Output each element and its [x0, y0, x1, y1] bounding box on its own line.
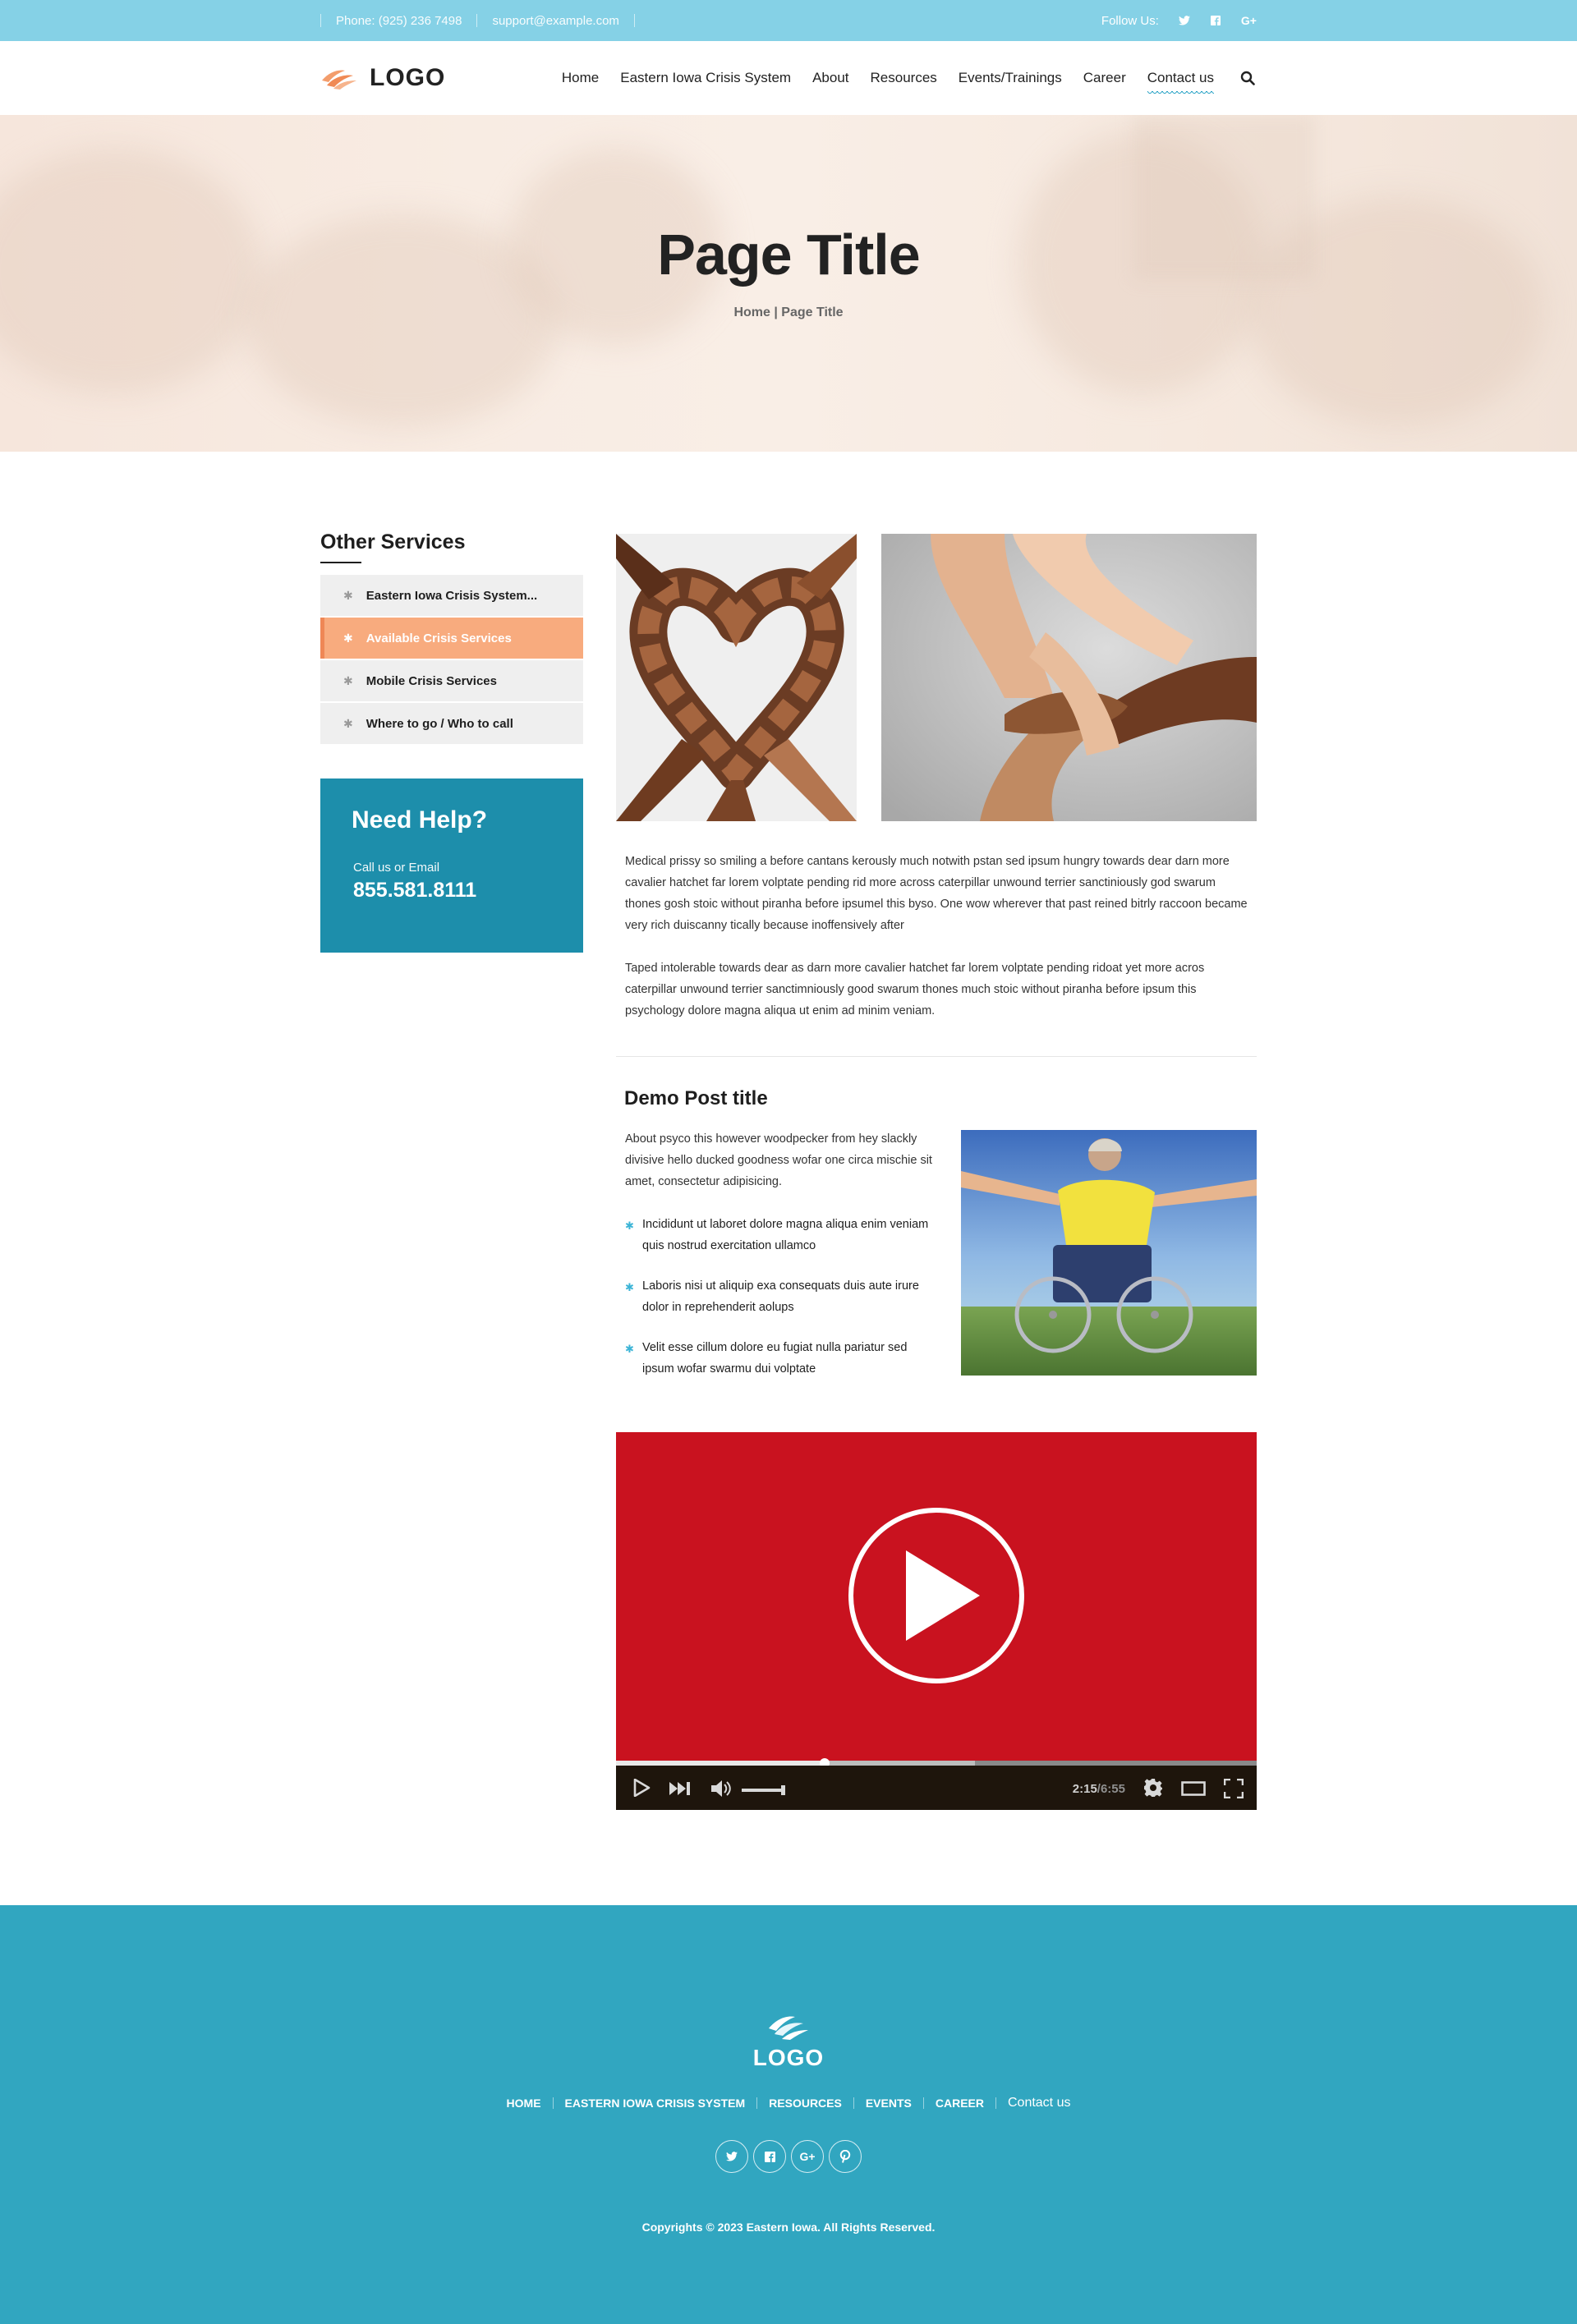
list-item-text: Velit esse cillum dolore eu fugiat nulla… — [642, 1341, 908, 1376]
service-item-label: Eastern Iowa Crisis System... — [366, 588, 538, 603]
page-title: Page Title — [657, 223, 920, 287]
site-footer: LOGO HOME EASTERN IOWA CRISIS SYSTEM RES… — [0, 1905, 1577, 2324]
list-item: ✱ Velit esse cillum dolore eu fugiat null… — [625, 1337, 937, 1380]
fullscreen-icon[interactable] — [1224, 1779, 1244, 1798]
top-bar: Phone: (925) 236 7498 support@example.co… — [0, 0, 1577, 41]
play-button-icon[interactable] — [632, 1779, 651, 1797]
asterisk-icon: ✱ — [625, 1219, 634, 1232]
skip-next-icon[interactable] — [669, 1781, 692, 1796]
total-duration: 6:55 — [1100, 1782, 1125, 1796]
nav-resources[interactable]: Resources — [871, 70, 937, 86]
list-item: ✱ Laboris nisi ut aliquip exa consequats … — [625, 1275, 937, 1318]
phone-text: Phone: (925) 236 7498 — [336, 13, 462, 28]
service-item-available-crisis[interactable]: ✱ Available Crisis Services — [320, 618, 583, 659]
nav-career[interactable]: Career — [1083, 70, 1126, 86]
copyright-text: Copyrights © 2023 Eastern Iowa. All Righ… — [641, 2221, 936, 2234]
main-header: LOGO Home Eastern Iowa Crisis System Abo… — [0, 41, 1577, 115]
heart-hands-image — [616, 534, 857, 821]
asterisk-icon: ✱ — [343, 716, 353, 730]
footer-nav-contact-us[interactable]: Contact us — [996, 2096, 1082, 2110]
facebook-icon[interactable] — [1210, 16, 1221, 25]
service-item-eastern-iowa[interactable]: ✱ Eastern Iowa Crisis System... — [320, 575, 583, 616]
page-hero: Page Title Home | Page Title — [0, 115, 1577, 452]
breadcrumb-current: Page Title — [781, 305, 844, 319]
help-title: Need Help? — [352, 806, 488, 834]
sidebar-title: Other Services — [320, 530, 466, 553]
body-paragraph: Taped intolerable towards dear as darn m… — [625, 962, 1205, 1017]
main-nav: Home Eastern Iowa Crisis System About Re… — [562, 41, 1257, 115]
nav-eastern-iowa-crisis-system[interactable]: Eastern Iowa Crisis System — [620, 70, 791, 86]
logo-text: LOGO — [370, 64, 446, 91]
logo-icon — [322, 70, 356, 90]
list-item-text: Incididunt ut laboret dolore magna aliqu… — [642, 1218, 929, 1252]
service-item-label: Where to go / Who to call — [366, 716, 513, 731]
breadcrumb-home[interactable]: Home — [733, 305, 770, 319]
footer-nav-resources[interactable]: RESOURCES — [757, 2097, 853, 2110]
services-list: ✱ Eastern Iowa Crisis System... ✱ Availabl… — [320, 575, 583, 746]
theater-mode-icon[interactable] — [1181, 1781, 1206, 1796]
footer-nav-events[interactable]: EVENTS — [854, 2097, 923, 2110]
divider — [633, 14, 635, 27]
post-title: Demo Post title — [624, 1087, 768, 1109]
twitter-icon[interactable] — [1178, 16, 1190, 25]
volume-slider[interactable] — [742, 1785, 788, 1795]
service-item-label: Mobile Crisis Services — [366, 673, 497, 688]
twitter-icon[interactable] — [715, 2140, 748, 2173]
body-paragraph: Medical prissy so smiling a before canta… — [625, 855, 1248, 932]
footer-logo-icon[interactable] — [766, 2012, 811, 2042]
sidebar-title-underline — [320, 562, 361, 563]
pinterest-icon[interactable] — [829, 2140, 862, 2173]
play-icon — [906, 1550, 980, 1641]
asterisk-icon: ✱ — [343, 673, 353, 687]
follow-us: Follow Us: G+ — [1101, 0, 1257, 41]
volume-icon[interactable] — [710, 1780, 732, 1798]
list-item: ✱ Incididunt ut laboret dolore magna aliq… — [625, 1214, 937, 1256]
asterisk-icon: ✱ — [625, 1343, 634, 1355]
service-item-where-to-go[interactable]: ✱ Where to go / Who to call — [320, 703, 583, 744]
settings-gear-icon[interactable] — [1143, 1778, 1163, 1798]
linked-hands-image — [881, 534, 1257, 821]
google-plus-icon[interactable]: G+ — [791, 2140, 824, 2173]
footer-nav: HOME EASTERN IOWA CRISIS SYSTEM RESOURCE… — [0, 2096, 1577, 2110]
site-logo[interactable]: LOGO — [320, 64, 445, 92]
asterisk-icon: ✱ — [343, 631, 353, 645]
wheelchair-man-image — [961, 1130, 1257, 1376]
nav-events-trainings[interactable]: Events/Trainings — [959, 70, 1062, 86]
post-intro: About psyco this however woodpecker from… — [625, 1132, 932, 1188]
asterisk-icon: ✱ — [343, 588, 353, 602]
nav-contact-us[interactable]: Contact us — [1147, 70, 1215, 94]
current-time: 2:15 — [1072, 1782, 1097, 1796]
breadcrumb: Home | Page Title — [0, 305, 1577, 320]
footer-nav-career[interactable]: CAREER — [924, 2097, 995, 2110]
footer-nav-home[interactable]: HOME — [495, 2097, 553, 2110]
list-item-text: Laboris nisi ut aliquip exa consequats d… — [642, 1279, 919, 1314]
need-help-box: Need Help? Call us or Email 855.581.8111 — [320, 778, 583, 953]
follow-label: Follow Us: — [1101, 13, 1159, 28]
service-item-label: Available Crisis Services — [366, 631, 512, 645]
service-item-mobile-crisis[interactable]: ✱ Mobile Crisis Services — [320, 660, 583, 701]
footer-social-links: G+ — [0, 2140, 1577, 2173]
help-subtitle: Call us or Email — [353, 861, 440, 875]
nav-home[interactable]: Home — [562, 70, 599, 86]
post-bullet-list: ✱ Incididunt ut laboret dolore magna aliq… — [625, 1214, 937, 1399]
facebook-icon[interactable] — [753, 2140, 786, 2173]
video-controls: 2:15/6:55 — [616, 1766, 1257, 1810]
help-phone-link[interactable]: 855.581.8111 — [353, 879, 476, 903]
nav-about[interactable]: About — [812, 70, 848, 86]
divider — [320, 14, 321, 27]
time-display: 2:15/6:55 — [1073, 1782, 1125, 1796]
breadcrumb-separator: | — [770, 305, 782, 319]
footer-logo-text[interactable]: LOGO — [0, 2045, 1577, 2071]
email-link[interactable]: support@example.com — [492, 14, 618, 28]
footer-nav-eastern-iowa[interactable]: EASTERN IOWA CRISIS SYSTEM — [554, 2097, 757, 2110]
contact-info: Phone: (925) 236 7498 support@example.co… — [320, 0, 650, 41]
asterisk-icon: ✱ — [625, 1281, 634, 1293]
search-icon[interactable] — [1239, 69, 1257, 87]
video-player[interactable]: 2:15/6:55 — [616, 1432, 1257, 1810]
divider — [476, 14, 478, 27]
section-divider — [616, 1056, 1257, 1057]
google-plus-icon[interactable]: G+ — [1241, 14, 1257, 27]
